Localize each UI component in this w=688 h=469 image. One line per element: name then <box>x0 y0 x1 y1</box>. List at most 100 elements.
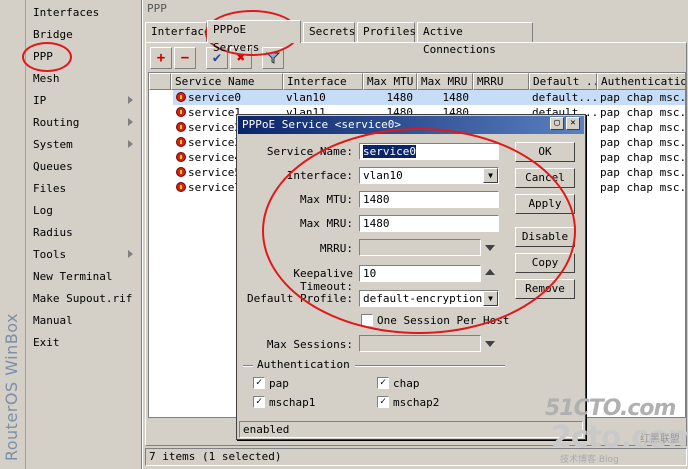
pppoe-service-icon <box>176 107 186 117</box>
keepalive-toggle-up-icon[interactable] <box>485 269 495 275</box>
divider <box>243 365 253 367</box>
column-header[interactable]: Default ... <box>529 73 597 90</box>
tab-interface[interactable]: Interface <box>145 22 211 42</box>
column-header[interactable]: Interface <box>283 73 363 90</box>
winbox-app: RouterOS WinBox Interfaces Bridge PPP Me… <box>0 0 688 469</box>
table-header: Service Name Interface Max MTU Max MRU M… <box>149 73 685 90</box>
auth-pap-label: pap <box>269 377 289 390</box>
auth-chap-label: chap <box>393 377 420 390</box>
add-button[interactable]: + <box>150 47 172 69</box>
auth-chap-checkbox[interactable]: ✓ <box>377 377 389 389</box>
tab-profiles[interactable]: Profiles <box>357 22 416 42</box>
sidebar-item-radius[interactable]: Radius <box>26 222 141 244</box>
disable-button[interactable]: Disable <box>515 227 575 247</box>
apply-button[interactable]: Apply <box>515 194 575 214</box>
dialog-status-bar: enabled <box>239 421 583 438</box>
auth-mschap2-checkbox[interactable]: ✓ <box>377 396 389 408</box>
keepalive-label: Keepalive Timeout: <box>293 267 353 293</box>
max-mtu-field[interactable]: 1480 <box>359 191 499 208</box>
tab-secrets[interactable]: Secrets <box>303 22 355 42</box>
max-sessions-label: Max Sessions: <box>266 338 353 351</box>
auth-mschap2-label: mschap2 <box>393 396 440 409</box>
brand-label: RouterOS WinBox <box>2 312 21 461</box>
sidebar-item-new-terminal[interactable]: New Terminal <box>26 266 141 288</box>
max-sessions-field[interactable] <box>359 335 481 352</box>
sidebar-item-ip[interactable]: IP <box>26 90 141 112</box>
sidebar-item-tools[interactable]: Tools <box>26 244 141 266</box>
copy-button[interactable]: Copy <box>515 253 575 273</box>
sidebar-item-bridge[interactable]: Bridge <box>26 24 141 46</box>
tab-pppoe-servers[interactable]: PPPoE Servers <box>207 20 301 54</box>
mrru-field[interactable] <box>359 239 481 256</box>
column-header[interactable]: Service Name <box>171 73 283 90</box>
column-header[interactable]: MRRU <box>473 73 529 90</box>
sidebar-item-interfaces[interactable]: Interfaces <box>26 2 141 24</box>
max-mtu-label: Max MTU: <box>300 193 353 206</box>
remove-button[interactable]: Remove <box>515 279 575 299</box>
service-name-label: Service Name: <box>266 145 353 158</box>
tab-active-connections[interactable]: Active Connections <box>417 22 533 56</box>
max-mru-label: Max MRU: <box>300 217 353 230</box>
default-profile-select[interactable]: default-encryption ▼ <box>359 290 499 307</box>
keepalive-field[interactable]: 10 <box>359 265 481 282</box>
pppoe-service-icon <box>176 92 186 102</box>
sidebar-item-mesh[interactable]: Mesh <box>26 68 141 90</box>
cell-default: default... <box>529 90 597 105</box>
sidebar-item-files[interactable]: Files <box>26 178 141 200</box>
dialog-title: PPPoE Service <service0> <box>238 116 584 134</box>
sidebar-item-exit[interactable]: Exit <box>26 332 141 354</box>
divider <box>355 365 505 367</box>
cancel-button[interactable]: Cancel <box>515 168 575 188</box>
interface-label: Interface: <box>286 169 353 182</box>
interface-select[interactable]: vlan10 ▼ <box>359 167 499 184</box>
chevron-right-icon <box>128 250 133 258</box>
column-header[interactable]: Max MTU <box>363 73 417 90</box>
ok-button[interactable]: OK <box>515 142 575 162</box>
sidebar-item-manual[interactable]: Manual <box>26 310 141 332</box>
service-name-field[interactable]: service0 <box>359 143 499 160</box>
filter-button[interactable] <box>262 47 284 69</box>
maximize-icon[interactable]: ▢ <box>550 117 564 130</box>
sidebar-item-ppp[interactable]: PPP <box>26 46 141 68</box>
chevron-right-icon <box>128 140 133 148</box>
pppoe-service-icon <box>176 167 186 177</box>
cell-auth: pap chap msc... <box>600 166 686 179</box>
sidebar-item-queues[interactable]: Queues <box>26 156 141 178</box>
watermark-text: 红黑联盟 <box>640 434 680 445</box>
pppoe-service-icon <box>176 182 186 192</box>
ppp-window-title: PPP <box>143 0 688 17</box>
max-mru-field[interactable]: 1480 <box>359 215 499 232</box>
cell-auth: pap chap msc... <box>600 181 686 194</box>
watermark-text: 51CTO.com <box>545 396 676 421</box>
sidebar-item-routing[interactable]: Routing <box>26 112 141 134</box>
cell-auth: pap chap msc... <box>600 106 686 119</box>
default-profile-label: Default Profile: <box>247 292 353 305</box>
sidebar-item-log[interactable]: Log <box>26 200 141 222</box>
chevron-down-icon[interactable]: ▼ <box>483 291 498 306</box>
cell-auth: pap chap msc... <box>600 151 686 164</box>
max-sessions-toggle-down-icon[interactable] <box>485 341 495 347</box>
table-row[interactable]: service0 vlan10 1480 1480 default... pap… <box>149 90 685 105</box>
cell-max-mru: 1480 <box>417 90 473 105</box>
column-header[interactable]: Max MRU <box>417 73 473 90</box>
mrru-label: MRRU: <box>319 242 353 255</box>
minus-icon: − <box>180 50 190 66</box>
cell-auth: pap chap msc... <box>600 121 686 134</box>
sidebar-item-make-supout[interactable]: Make Supout.rif <box>26 288 141 310</box>
sidebar-item-system[interactable]: System <box>26 134 141 156</box>
auth-pap-checkbox[interactable]: ✓ <box>253 377 265 389</box>
auth-mschap1-checkbox[interactable]: ✓ <box>253 396 265 408</box>
one-session-label: One Session Per Host <box>377 314 510 327</box>
mrru-toggle-down-icon[interactable] <box>485 245 495 251</box>
one-session-checkbox[interactable] <box>361 314 373 326</box>
chevron-right-icon <box>128 96 133 104</box>
chevron-right-icon <box>128 118 133 126</box>
close-icon[interactable]: ✕ <box>566 117 580 130</box>
chevron-down-icon[interactable]: ▼ <box>483 168 498 183</box>
remove-button[interactable]: − <box>174 47 196 69</box>
plus-icon: + <box>156 50 166 66</box>
cell-auth: pap chap msc... <box>600 136 686 149</box>
column-header[interactable]: Authentication <box>597 73 685 90</box>
auth-mschap1-label: mschap1 <box>269 396 316 409</box>
header-spacer <box>149 73 171 90</box>
